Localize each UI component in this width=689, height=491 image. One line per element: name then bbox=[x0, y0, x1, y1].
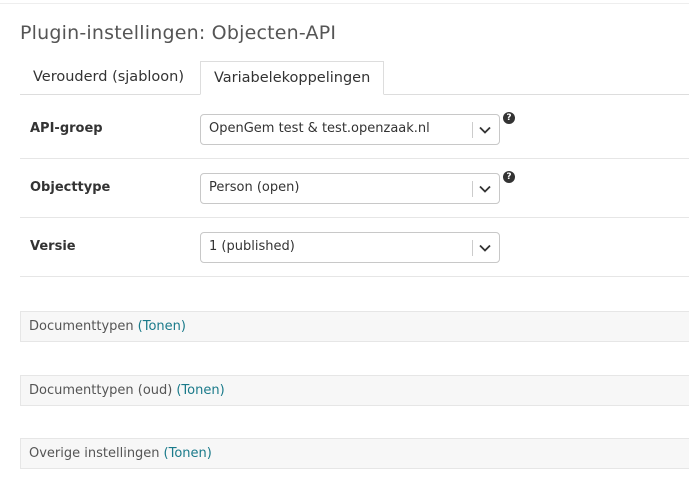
select-separator bbox=[472, 181, 473, 197]
api-group-select[interactable]: OpenGem test & test.openzaak.nl bbox=[200, 114, 500, 145]
api-group-value: OpenGem test & test.openzaak.nl bbox=[209, 121, 430, 136]
show-toggle-link[interactable]: (Tonen) bbox=[138, 319, 186, 334]
show-toggle-link[interactable]: (Tonen) bbox=[164, 446, 212, 461]
tab-bar: Verouderd (sjabloon) Variabelekoppelinge… bbox=[20, 61, 689, 95]
fieldset-label: Documenttypen (Tonen) bbox=[29, 312, 186, 341]
tab-variable-mappings[interactable]: Variabelekoppelingen bbox=[200, 61, 385, 95]
fieldset-other-settings: Overige instellingen (Tonen) bbox=[20, 438, 689, 469]
top-divider bbox=[0, 0, 689, 4]
fieldset-title: Documenttypen bbox=[29, 319, 134, 334]
fieldset-label: Overige instellingen (Tonen) bbox=[29, 439, 212, 468]
chevron-down-icon[interactable] bbox=[478, 123, 492, 137]
select-separator bbox=[472, 240, 473, 256]
help-icon[interactable]: ? bbox=[503, 171, 515, 183]
tab-legacy-template[interactable]: Verouderd (sjabloon) bbox=[33, 61, 184, 93]
fieldset-document-types: Documenttypen (Tonen) bbox=[20, 311, 689, 342]
objecttype-select[interactable]: Person (open) bbox=[200, 173, 500, 204]
page-title: Plugin-instellingen: Objecten-API bbox=[20, 22, 337, 44]
version-value: 1 (published) bbox=[209, 239, 295, 254]
chevron-down-icon[interactable] bbox=[478, 182, 492, 196]
plugin-settings-page: Plugin-instellingen: Objecten-API Veroud… bbox=[0, 0, 689, 491]
objecttype-label: Objecttype bbox=[30, 180, 111, 195]
objecttype-value: Person (open) bbox=[209, 180, 300, 195]
fieldset-label: Documenttypen (oud) (Tonen) bbox=[29, 376, 225, 405]
chevron-down-icon[interactable] bbox=[478, 241, 492, 255]
api-group-label: API-groep bbox=[30, 121, 103, 136]
version-label: Versie bbox=[30, 239, 76, 254]
fieldset-title: Documenttypen (oud) bbox=[29, 383, 173, 398]
help-icon[interactable]: ? bbox=[503, 112, 515, 124]
form-row-objecttype: Objecttype Person (open) ? bbox=[20, 159, 689, 218]
form-row-version: Versie 1 (published) bbox=[20, 218, 689, 277]
form-row-api-group: API-groep OpenGem test & test.openzaak.n… bbox=[20, 100, 689, 159]
fieldset-title: Overige instellingen bbox=[29, 446, 160, 461]
show-toggle-link[interactable]: (Tonen) bbox=[176, 383, 224, 398]
fieldset-document-types-old: Documenttypen (oud) (Tonen) bbox=[20, 375, 689, 406]
version-select[interactable]: 1 (published) bbox=[200, 232, 500, 263]
select-separator bbox=[472, 122, 473, 138]
